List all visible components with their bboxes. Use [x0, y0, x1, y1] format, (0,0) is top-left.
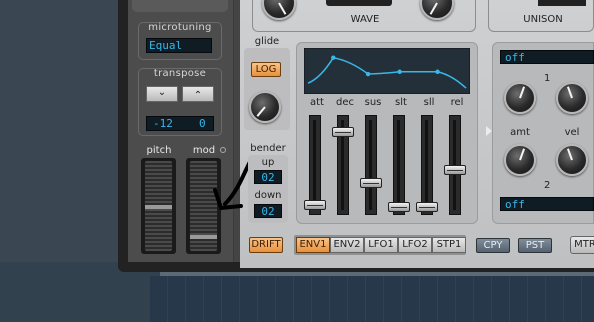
- slider-label-att: att: [310, 97, 324, 108]
- bender-down-label: down: [254, 190, 282, 201]
- glide-log-button[interactable]: LOG: [251, 62, 281, 77]
- wave-display: [326, 0, 392, 6]
- bender-up-display[interactable]: 02: [254, 170, 282, 184]
- transpose-display[interactable]: -12 0: [146, 116, 214, 131]
- daw-track-lanes: [150, 276, 594, 322]
- slider-handle-sus[interactable]: [360, 178, 382, 189]
- transpose-up-button[interactable]: ⌃: [182, 86, 214, 102]
- slider-track: [397, 120, 400, 210]
- slider-label-sll: sll: [423, 97, 435, 108]
- glide-knob[interactable]: [249, 91, 281, 123]
- mod-slot1-source[interactable]: off: [500, 50, 594, 64]
- mod-slot2-source[interactable]: off: [500, 197, 594, 211]
- chevron-up-icon: ⌃: [193, 90, 203, 101]
- tab-lfo1[interactable]: LFO1: [364, 237, 398, 253]
- transpose-semitones: -12: [153, 117, 173, 130]
- slider-track: [425, 120, 428, 210]
- mod-amt-label: amt: [510, 127, 530, 138]
- transpose-cents: 0: [199, 117, 206, 130]
- pitch-label: pitch: [146, 145, 172, 156]
- transpose-down-button[interactable]: ⌄: [146, 86, 178, 102]
- slider-handle-rel[interactable]: [444, 165, 466, 176]
- slider-label-rel: rel: [450, 97, 464, 108]
- slider-dec[interactable]: [332, 115, 354, 215]
- bender-down-display[interactable]: 02: [254, 204, 282, 218]
- bender-label: bender: [250, 143, 286, 154]
- paste-button[interactable]: PST: [518, 238, 552, 253]
- slider-handle-slt[interactable]: [388, 202, 410, 213]
- pitch-wheel[interactable]: [144, 160, 173, 252]
- mod-vel-knob-2[interactable]: [556, 144, 588, 176]
- mod-wheel-position-mark: [190, 235, 217, 239]
- microtuning-label: microtuning: [148, 22, 212, 33]
- slider-label-slt: slt: [395, 97, 407, 108]
- slider-sll[interactable]: [416, 115, 438, 215]
- slider-track: [313, 120, 316, 210]
- slider-label-dec: dec: [336, 97, 354, 108]
- unison-display: [538, 0, 586, 6]
- mod-vel-knob-1[interactable]: [556, 82, 588, 114]
- tab-env2[interactable]: ENV2: [330, 237, 364, 253]
- pitch-wheel-center-mark: [145, 205, 172, 209]
- microtuning-display[interactable]: Equal: [146, 38, 212, 53]
- envelope-node[interactable]: [365, 71, 371, 77]
- slider-handle-dec[interactable]: [332, 126, 354, 137]
- slider-att[interactable]: [304, 115, 326, 215]
- arrow-right-icon: [486, 126, 492, 136]
- drift-button[interactable]: DRIFT: [249, 237, 283, 253]
- slider-rel[interactable]: [444, 115, 466, 215]
- tab-stp1[interactable]: STP1: [432, 237, 466, 253]
- slider-track: [369, 120, 372, 210]
- envelope-node[interactable]: [397, 69, 402, 74]
- mod-vel-label: vel: [564, 127, 580, 138]
- glide-label: glide: [254, 36, 280, 47]
- mod-amt-knob-2[interactable]: [504, 144, 536, 176]
- wave-label: WAVE: [350, 14, 380, 25]
- bender-up-label: up: [261, 157, 275, 168]
- tab-env1[interactable]: ENV1: [296, 237, 330, 253]
- matrix-button[interactable]: MTR: [570, 236, 594, 254]
- slider-handle-sll[interactable]: [416, 202, 438, 213]
- unison-label: UNISON: [523, 14, 563, 25]
- mod-slot1-number: 1: [544, 73, 551, 84]
- top-left-module: [132, 0, 228, 12]
- copy-button[interactable]: CPY: [476, 238, 510, 253]
- mod-slot2-number: 2: [544, 180, 551, 191]
- slider-label-sus: sus: [364, 97, 382, 108]
- envelope-node[interactable]: [331, 55, 336, 60]
- envelope-graph-background: [304, 48, 470, 94]
- slider-slt[interactable]: [388, 115, 410, 215]
- envelope-graph[interactable]: [304, 48, 470, 94]
- slider-handle-att[interactable]: [304, 199, 326, 210]
- mod-amt-knob-1[interactable]: [504, 82, 536, 114]
- tab-lfo2[interactable]: LFO2: [398, 237, 432, 253]
- transpose-label: transpose: [153, 68, 207, 79]
- chevron-down-icon: ⌄: [157, 87, 167, 98]
- envelope-node[interactable]: [435, 69, 440, 74]
- slider-sus[interactable]: [360, 115, 382, 215]
